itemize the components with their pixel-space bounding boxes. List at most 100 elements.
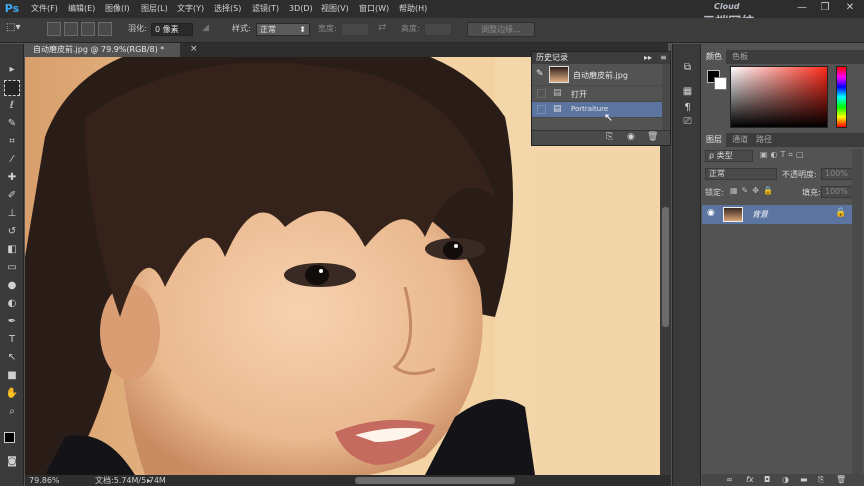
clone-stamp-tool-icon[interactable]: ⊥: [4, 206, 20, 222]
history-panel-icon[interactable]: ⧉: [680, 60, 695, 75]
tab-color[interactable]: 颜色: [702, 50, 726, 64]
marquee-preset-icon[interactable]: ⬚▾: [6, 22, 32, 37]
menu-layer[interactable]: 图层(L): [141, 0, 168, 18]
layer-name[interactable]: 背景: [752, 209, 768, 220]
tab-swatches[interactable]: 色板: [728, 50, 752, 64]
info-panel-icon[interactable]: ▦: [680, 84, 695, 99]
eye-visibility-icon[interactable]: ◉: [707, 208, 715, 218]
background-color-chip[interactable]: [714, 77, 727, 90]
history-panel-title[interactable]: 历史记录: [536, 52, 568, 64]
blur-tool-icon[interactable]: ●: [4, 278, 20, 294]
collapse-panel-icon[interactable]: ▸▸: [644, 52, 652, 64]
eraser-tool-icon[interactable]: ◧: [4, 242, 20, 258]
history-item-portraiture[interactable]: ▤ Portraiture ↖: [532, 102, 662, 124]
horizontal-scroll-thumb[interactable]: [355, 477, 515, 484]
healing-brush-tool-icon[interactable]: ✚: [4, 170, 20, 186]
rectangle-tool-icon[interactable]: ■: [4, 368, 20, 384]
new-document-from-state-icon[interactable]: ⎘: [606, 132, 613, 142]
close-tab-icon[interactable]: ×: [190, 44, 198, 54]
tab-channels[interactable]: 通道: [728, 133, 752, 147]
path-selection-tool-icon[interactable]: ↖: [4, 350, 20, 366]
menu-select[interactable]: 选择(S): [214, 0, 241, 18]
history-source-checkbox[interactable]: [537, 105, 546, 114]
move-tool-icon[interactable]: ▸: [4, 62, 20, 78]
hue-slider[interactable]: [836, 66, 847, 128]
history-panel-footer: ⎘ ◉ 🗑: [532, 130, 670, 145]
document-tab[interactable]: 自动磨皮前.jpg @ 79.9%(RGB/8) *: [25, 43, 180, 57]
layers-scrollbar[interactable]: [852, 149, 862, 474]
delete-layer-icon[interactable]: 🗑: [836, 474, 846, 486]
layer-thumbnail: [723, 207, 743, 222]
intersect-selection-icon[interactable]: [98, 22, 112, 36]
menu-view[interactable]: 视图(V): [321, 0, 349, 18]
tab-paths[interactable]: 路径: [752, 133, 776, 147]
fill-input[interactable]: 100%: [821, 186, 853, 198]
paragraph-panel-icon[interactable]: ¶: [680, 100, 695, 115]
history-brush-tool-icon[interactable]: ↺: [4, 224, 20, 240]
quick-select-tool-icon[interactable]: ✎: [4, 116, 20, 132]
menu-image[interactable]: 图像(I): [105, 0, 130, 18]
menu-type[interactable]: 文字(Y): [177, 0, 204, 18]
new-layer-icon[interactable]: ⎘: [818, 474, 824, 486]
add-selection-icon[interactable]: [64, 22, 78, 36]
menu-window[interactable]: 窗口(W): [359, 0, 389, 18]
dodge-tool-icon[interactable]: ◐: [4, 296, 20, 312]
menu-filter[interactable]: 滤镜(T): [252, 0, 279, 18]
menu-file[interactable]: 文件(F): [31, 0, 58, 18]
new-selection-icon[interactable]: [47, 22, 61, 36]
layer-style-icon[interactable]: fx: [746, 474, 754, 486]
blend-mode-select[interactable]: 正常: [705, 168, 777, 180]
subtract-selection-icon[interactable]: [81, 22, 95, 36]
layers-panel-tabs: 图层 通道 路径: [702, 133, 864, 147]
height-input[interactable]: [424, 23, 452, 36]
layer-kind-filter[interactable]: ρ 类型: [705, 150, 753, 162]
color-field[interactable]: [730, 66, 828, 128]
history-scrollbar[interactable]: [662, 64, 670, 130]
pen-tool-icon[interactable]: ✒: [4, 314, 20, 330]
style-select-value: 正常: [260, 25, 276, 34]
brush-tool-icon[interactable]: ✐: [4, 188, 20, 204]
history-snapshot[interactable]: ✎ 自动磨皮前.jpg: [532, 64, 662, 86]
type-tool-icon[interactable]: T: [4, 332, 20, 348]
restore-button[interactable]: ❐: [818, 2, 832, 14]
menu-edit[interactable]: 编辑(E): [68, 0, 95, 18]
vertical-scroll-thumb[interactable]: [662, 207, 669, 327]
lock-icons[interactable]: ▦✎✥🔒: [730, 186, 777, 195]
eyedropper-tool-icon[interactable]: ⁄: [4, 152, 20, 168]
status-menu-arrow-icon[interactable]: ▸: [147, 475, 151, 486]
hand-tool-icon[interactable]: ✋: [4, 386, 20, 402]
camera-icon[interactable]: ◉: [627, 132, 635, 142]
zoom-level[interactable]: 79.86%: [29, 475, 60, 486]
refine-edge-button[interactable]: 调整边缘...: [467, 22, 535, 37]
new-group-icon[interactable]: ▬: [800, 474, 808, 486]
history-item-open[interactable]: ▤ 打开: [532, 86, 662, 102]
adjustments-panel-icon[interactable]: ⎚: [680, 114, 695, 129]
marquee-tool-icon[interactable]: [4, 80, 20, 96]
width-input[interactable]: [341, 23, 369, 36]
zoom-tool-icon[interactable]: ⌕: [4, 404, 20, 420]
history-source-checkbox[interactable]: [537, 89, 546, 98]
link-layers-icon[interactable]: ∞: [726, 474, 733, 486]
swap-dimensions-icon[interactable]: ⇄: [378, 22, 386, 33]
opacity-input[interactable]: 100%: [821, 168, 853, 180]
feather-input[interactable]: 0 像素: [151, 23, 193, 36]
snapshot-thumbnail: [549, 66, 569, 83]
gradient-tool-icon[interactable]: ▭: [4, 260, 20, 276]
quick-mask-icon[interactable]: ◙: [4, 454, 20, 470]
foreground-color-swatch[interactable]: [4, 432, 15, 443]
trash-icon[interactable]: 🗑: [647, 132, 658, 142]
add-mask-icon[interactable]: ◘: [764, 474, 770, 486]
layer-row-background[interactable]: ◉ 背景 🔒: [702, 205, 852, 224]
menu-3d[interactable]: 3D(D): [289, 0, 313, 18]
adjustment-layer-icon[interactable]: ◑: [782, 474, 789, 486]
panel-menu-icon[interactable]: ≡: [660, 52, 667, 64]
menu-help[interactable]: 帮助(H): [399, 0, 427, 18]
history-brush-source-icon[interactable]: ✎: [536, 69, 544, 79]
minimize-button[interactable]: —: [795, 2, 809, 14]
tab-layers[interactable]: 图层: [702, 133, 726, 147]
style-select[interactable]: 正常 ⬍: [256, 23, 310, 36]
close-window-button[interactable]: ✕: [843, 2, 857, 14]
lasso-tool-icon[interactable]: ℓ: [4, 98, 20, 114]
crop-tool-icon[interactable]: ⌗: [4, 134, 20, 150]
layer-filter-icons[interactable]: ▣◐T⌗▢: [760, 150, 807, 160]
